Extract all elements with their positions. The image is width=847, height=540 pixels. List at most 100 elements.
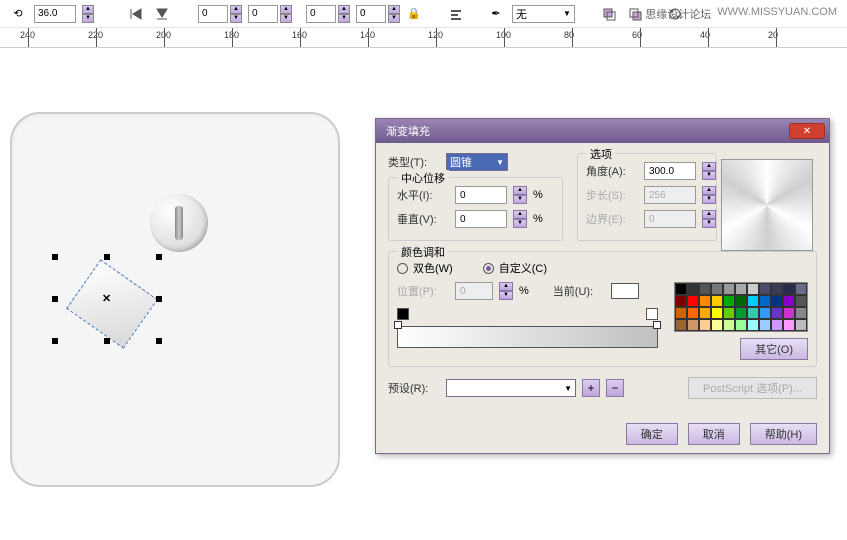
gradient-stop[interactable]: [394, 321, 402, 329]
other-button[interactable]: 其它(O): [740, 338, 808, 360]
selected-object[interactable]: [66, 259, 158, 348]
palette-swatch[interactable]: [771, 283, 783, 295]
palette-swatch[interactable]: [747, 319, 759, 331]
palette-swatch[interactable]: [711, 319, 723, 331]
gradient-bar[interactable]: [397, 326, 658, 348]
palette-swatch[interactable]: [759, 283, 771, 295]
palette-swatch[interactable]: [747, 283, 759, 295]
type-select[interactable]: 圆锥 ▼: [446, 153, 508, 171]
to-back-icon[interactable]: [625, 4, 645, 24]
selection-handle[interactable]: [104, 338, 110, 344]
palette-swatch[interactable]: [699, 307, 711, 319]
palette-swatch[interactable]: [687, 307, 699, 319]
cancel-button[interactable]: 取消: [688, 423, 740, 445]
preset-add-button[interactable]: +: [582, 379, 600, 397]
palette-swatch[interactable]: [795, 295, 807, 307]
palette-swatch[interactable]: [687, 283, 699, 295]
y2-input[interactable]: [356, 5, 386, 23]
dialog-titlebar[interactable]: 渐变填充 ✕: [376, 119, 829, 143]
selection-handle[interactable]: [156, 254, 162, 260]
gradient-stop[interactable]: [653, 321, 661, 329]
lock-icon[interactable]: 🔒: [406, 6, 422, 22]
palette-swatch[interactable]: [735, 319, 747, 331]
x2-spinner[interactable]: ▲▼: [338, 5, 350, 23]
palette-swatch[interactable]: [759, 319, 771, 331]
palette-swatch[interactable]: [675, 295, 687, 307]
selection-handle[interactable]: [52, 254, 58, 260]
end-color-chip[interactable]: [646, 308, 658, 320]
outline-select[interactable]: 无 ▼: [512, 5, 575, 23]
x1-spinner[interactable]: ▲▼: [230, 5, 242, 23]
step-label: 步长(S):: [586, 187, 638, 203]
selection-handle[interactable]: [104, 254, 110, 260]
selection-handle[interactable]: [52, 296, 58, 302]
two-color-radio[interactable]: 双色(W): [397, 260, 453, 276]
close-button[interactable]: ✕: [789, 123, 825, 139]
preset-remove-button[interactable]: −: [606, 379, 624, 397]
y2-spinner[interactable]: ▲▼: [388, 5, 400, 23]
palette-swatch[interactable]: [783, 295, 795, 307]
palette-swatch[interactable]: [699, 319, 711, 331]
palette-swatch[interactable]: [687, 295, 699, 307]
palette-swatch[interactable]: [771, 307, 783, 319]
palette-swatch[interactable]: [699, 295, 711, 307]
palette-swatch[interactable]: [687, 319, 699, 331]
palette-swatch[interactable]: [783, 307, 795, 319]
horiz-input[interactable]: [455, 186, 507, 204]
palette-swatch[interactable]: [795, 307, 807, 319]
palette-swatch[interactable]: [711, 295, 723, 307]
vert-spinner[interactable]: ▲▼: [513, 210, 527, 228]
start-color-chip[interactable]: [397, 308, 409, 320]
palette-swatch[interactable]: [747, 307, 759, 319]
palette-swatch[interactable]: [771, 319, 783, 331]
current-color-chip[interactable]: [611, 283, 639, 299]
palette-swatch[interactable]: [795, 319, 807, 331]
palette-swatch[interactable]: [675, 283, 687, 295]
rotate-icon[interactable]: ⟲: [8, 4, 28, 24]
palette-swatch[interactable]: [711, 283, 723, 295]
pen-icon[interactable]: ✒: [486, 4, 506, 24]
palette-swatch[interactable]: [723, 283, 735, 295]
selection-handle[interactable]: [156, 338, 162, 344]
angle-input[interactable]: [644, 162, 696, 180]
canvas[interactable]: ✕: [10, 112, 350, 497]
custom-radio[interactable]: 自定义(C): [483, 260, 547, 276]
preset-select[interactable]: ▼: [446, 379, 576, 397]
y1-input[interactable]: [248, 5, 278, 23]
to-front-icon[interactable]: [599, 4, 619, 24]
rotation-input[interactable]: [34, 5, 76, 23]
palette-swatch[interactable]: [723, 295, 735, 307]
palette-swatch[interactable]: [723, 307, 735, 319]
help-button[interactable]: 帮助(H): [750, 423, 817, 445]
x1-input[interactable]: [198, 5, 228, 23]
x2-input[interactable]: [306, 5, 336, 23]
mirror-h-icon[interactable]: [126, 4, 146, 24]
palette-swatch[interactable]: [759, 307, 771, 319]
palette-swatch[interactable]: [675, 307, 687, 319]
palette-swatch[interactable]: [795, 283, 807, 295]
palette-swatch[interactable]: [711, 307, 723, 319]
y1-spinner[interactable]: ▲▼: [280, 5, 292, 23]
color-palette[interactable]: [674, 282, 808, 332]
angle-spinner[interactable]: ▲▼: [702, 162, 716, 180]
palette-swatch[interactable]: [783, 319, 795, 331]
palette-swatch[interactable]: [771, 295, 783, 307]
ok-button[interactable]: 确定: [626, 423, 678, 445]
palette-swatch[interactable]: [723, 319, 735, 331]
palette-swatch[interactable]: [747, 295, 759, 307]
selection-center-icon[interactable]: ✕: [102, 292, 111, 305]
palette-swatch[interactable]: [735, 307, 747, 319]
palette-swatch[interactable]: [735, 295, 747, 307]
rotation-spinner[interactable]: ▲▼: [82, 5, 94, 23]
selection-handle[interactable]: [156, 296, 162, 302]
horiz-spinner[interactable]: ▲▼: [513, 186, 527, 204]
mirror-v-icon[interactable]: [152, 4, 172, 24]
palette-swatch[interactable]: [783, 283, 795, 295]
palette-swatch[interactable]: [759, 295, 771, 307]
palette-swatch[interactable]: [735, 283, 747, 295]
align-icon[interactable]: [446, 4, 466, 24]
palette-swatch[interactable]: [699, 283, 711, 295]
palette-swatch[interactable]: [675, 319, 687, 331]
vert-input[interactable]: [455, 210, 507, 228]
selection-handle[interactable]: [52, 338, 58, 344]
